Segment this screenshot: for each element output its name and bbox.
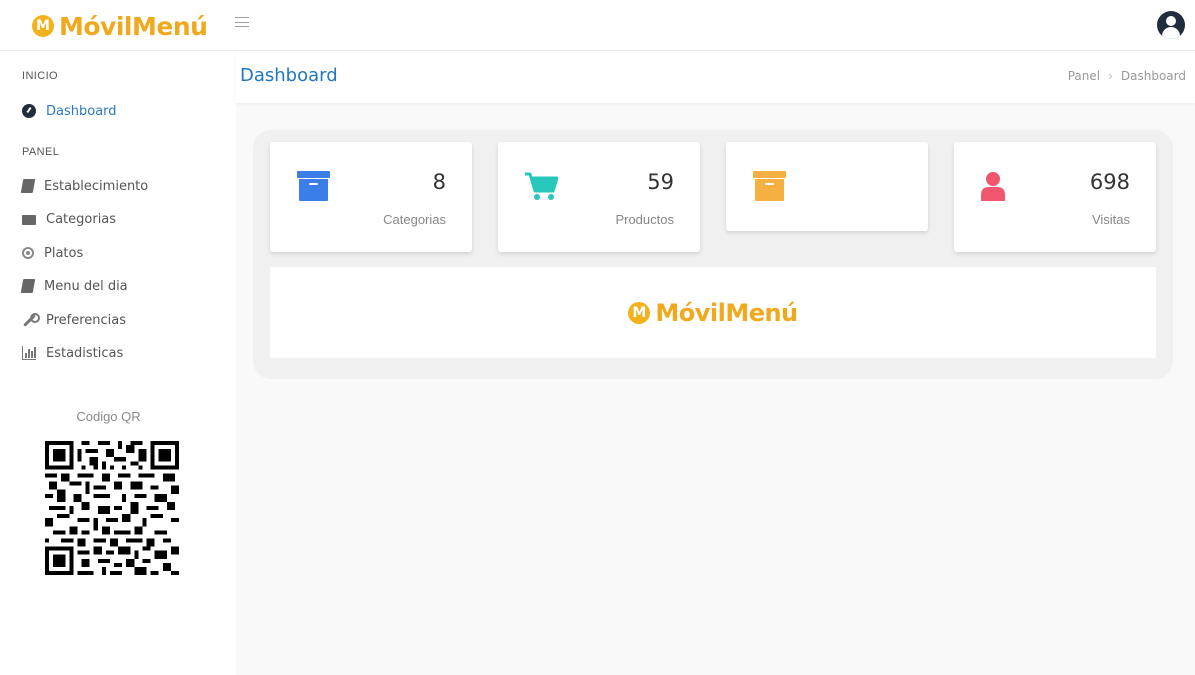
sidebar-item-label: Menu del dia <box>44 278 128 294</box>
archive-box-icon <box>753 171 786 201</box>
breadcrumb-panel[interactable]: Panel <box>1068 69 1100 83</box>
sidebar: INICIO Dashboard PANEL Establecimiento C… <box>0 51 217 675</box>
stat-value: 59 <box>647 170 674 194</box>
dashboard-panel: 8 Categorias 59 Productos 698 Visitas M … <box>253 130 1173 379</box>
sidebar-section-inicio: INICIO <box>22 70 59 82</box>
sidebar-item-dashboard[interactable]: Dashboard <box>22 101 117 121</box>
breadcrumb: Panel › Dashboard <box>1068 69 1186 83</box>
top-bar: M MóvilMenú <box>0 0 1195 51</box>
circle-dot-icon <box>22 247 34 259</box>
brand-name: MóvilMenú <box>655 298 798 327</box>
sidebar-item-label: Estadisticas <box>46 345 124 361</box>
sidebar-item-label: Dashboard <box>46 103 117 119</box>
breadcrumb-current: Dashboard <box>1120 69 1186 83</box>
logo-banner: M MóvilMenú <box>270 267 1156 358</box>
sidebar-item-label: Establecimiento <box>44 178 149 194</box>
sidebar-item-label: Categorias <box>46 211 117 227</box>
stat-value: 698 <box>1089 170 1130 194</box>
stat-card-categorias[interactable]: 8 Categorias <box>270 142 472 252</box>
stat-label: Productos <box>615 212 674 227</box>
sidebar-item-menu-del-dia[interactable]: Menu del dia <box>20 276 128 296</box>
stat-label: Categorias <box>383 212 446 227</box>
sidebar-item-label: Preferencias <box>46 312 127 328</box>
shopping-cart-icon <box>525 172 558 200</box>
sidebar-item-categorias[interactable]: Categorias <box>22 209 116 229</box>
qr-code <box>45 441 179 575</box>
dashboard-icon <box>22 104 36 118</box>
brand-badge-icon: M <box>628 301 651 324</box>
sidebar-item-preferencias[interactable]: Preferencias <box>22 310 126 330</box>
main-content: Dashboard Panel › Dashboard 8 Categorias <box>236 51 1195 675</box>
book-icon <box>20 279 36 293</box>
stat-value: 8 <box>432 170 446 194</box>
sidebar-item-platos[interactable]: Platos <box>22 243 83 263</box>
stat-label: Visitas <box>1091 212 1130 227</box>
sidebar-item-establecimiento[interactable]: Establecimiento <box>20 176 149 196</box>
sidebar-item-label: Platos <box>44 245 84 261</box>
qr-label: Codigo QR <box>76 409 141 424</box>
brand-badge-icon: M <box>32 15 54 37</box>
stat-card-visitas[interactable]: 698 Visitas <box>954 142 1156 252</box>
archive-box-icon <box>297 171 330 201</box>
brand-name: MóvilMenú <box>59 11 208 41</box>
chevron-right-icon: › <box>1108 69 1113 83</box>
brand-logo[interactable]: M MóvilMenú <box>32 9 208 43</box>
stat-card-third[interactable] <box>726 142 928 231</box>
sidebar-section-panel: PANEL <box>22 146 60 158</box>
sidebar-item-estadisticas[interactable]: Estadisticas <box>22 343 123 363</box>
folder-icon <box>22 215 36 225</box>
bar-chart-icon <box>22 346 36 360</box>
page-title: Dashboard <box>240 65 338 86</box>
hamburger-icon[interactable] <box>235 15 249 29</box>
user-circle-icon[interactable] <box>1157 11 1185 39</box>
page-header: Dashboard Panel › Dashboard <box>236 51 1195 103</box>
stat-card-productos[interactable]: 59 Productos <box>498 142 700 252</box>
book-icon <box>20 179 36 193</box>
wrench-icon <box>22 313 40 327</box>
user-icon <box>981 172 1005 201</box>
